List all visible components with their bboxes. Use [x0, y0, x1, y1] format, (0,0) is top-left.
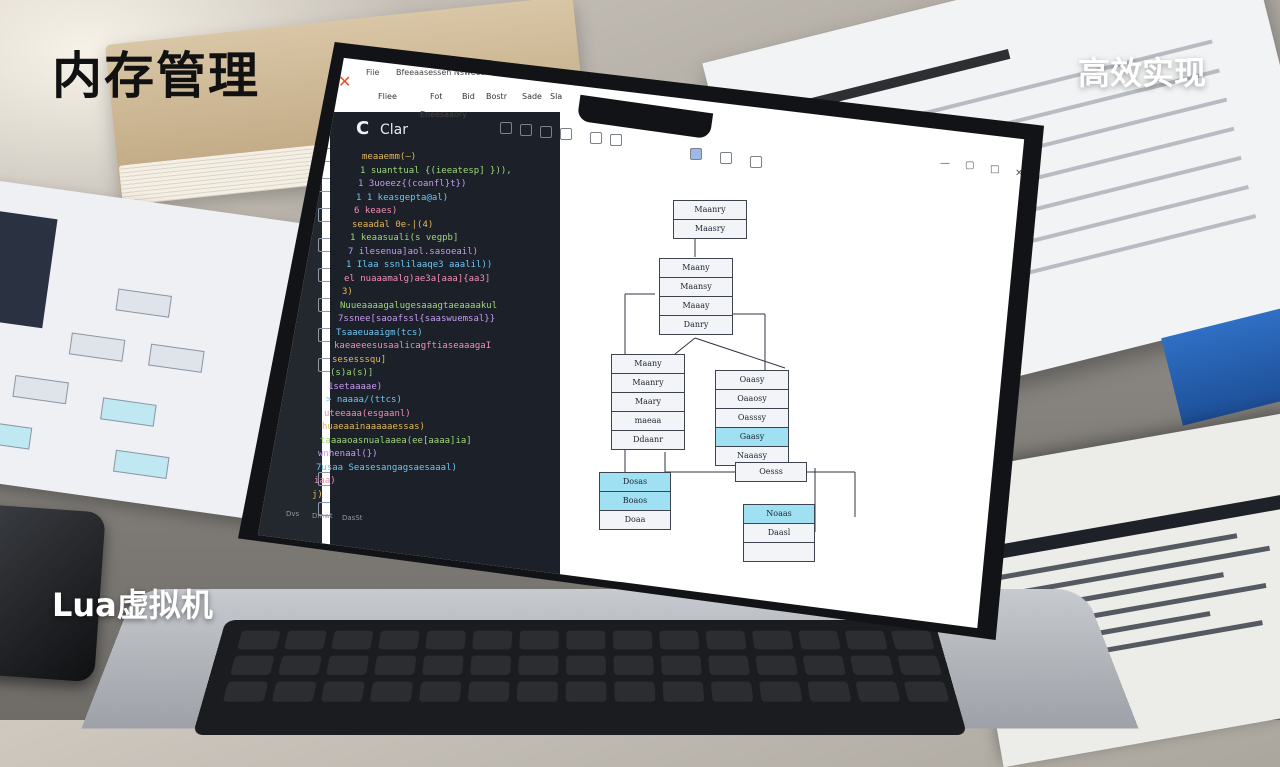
connector-line: [695, 338, 785, 368]
memory-cell: Maaay: [660, 297, 732, 316]
sheet-box: [113, 450, 170, 479]
sheet-box: [0, 420, 32, 449]
code-line: 1 suanttual {(ieeatesp] })),: [360, 166, 512, 176]
memory-cell: Maasry: [674, 220, 746, 238]
status-item: DasSt: [342, 514, 363, 522]
code-line: seaadal 0e-|(4): [352, 220, 433, 230]
memory-cell: Maany: [660, 259, 732, 278]
memory-cell: Ddaanr: [612, 431, 684, 449]
code-line: huaeaainaaaaaessas): [322, 422, 425, 432]
memory-cell: Maansy: [660, 278, 732, 297]
sheet-box: [69, 332, 126, 361]
code-line: sesesssqu]: [332, 355, 386, 365]
key-row: [230, 656, 943, 677]
memory-cell: Oasssy: [716, 409, 788, 428]
bold-icon[interactable]: [500, 122, 512, 134]
code-line: 7usaa Seasesangagsaesaaal): [316, 463, 457, 473]
restore-icon[interactable]: ▢: [965, 160, 974, 171]
code-line: 7 ilesenua]aol.sasoeail): [348, 247, 478, 257]
sheet-box: [100, 397, 157, 426]
code-line: meaaemm(—): [362, 152, 416, 162]
memory-block-right[interactable]: Oaasy Oaaosy Oasssy Gaasy Naaasy: [715, 370, 789, 466]
memory-cell: Boaos: [600, 492, 670, 511]
memory-block-left[interactable]: Maany Maanry Maary maeaa Ddaanr: [611, 354, 685, 450]
memory-cell: Maanry: [612, 374, 684, 393]
code-line: 3): [342, 287, 353, 297]
code-line: 1 keaasuali(s vegpb]: [350, 233, 458, 243]
layout-icon[interactable]: [690, 148, 702, 160]
heading-efficient-implementation: 高效实现: [1078, 48, 1206, 94]
status-item: Dmwt: [312, 512, 333, 520]
code-line: 1 Ilaa ssnlilaaqe3 aaalil)): [346, 260, 492, 270]
italic-icon[interactable]: [520, 124, 532, 136]
memory-cell: Maany: [612, 355, 684, 374]
language-title: C: [356, 118, 369, 139]
sheet-box: [115, 288, 172, 317]
heading-lua-vm: Lua虚拟机: [52, 580, 213, 626]
memory-connector-box[interactable]: Oesss: [735, 462, 807, 482]
memory-cell: Danry: [660, 316, 732, 334]
sheet-box: [148, 344, 205, 373]
memory-diagram[interactable]: Maanry Maasry Maany Maansy Maaay Danry M…: [575, 172, 1015, 612]
status-item: Dvs: [286, 510, 299, 518]
laptop-keyboard: [193, 620, 968, 735]
code-line: Tsaaeuaaigm(tcs): [336, 328, 423, 338]
link-icon[interactable]: [540, 126, 552, 138]
memory-block-bottom-left[interactable]: Dosas Boaos Doaa: [599, 472, 671, 530]
image-icon[interactable]: [560, 128, 572, 140]
sheet-box: [12, 375, 69, 404]
menu-item[interactable]: Bostr: [486, 92, 507, 101]
memory-block-level1[interactable]: Maany Maansy Maaay Danry: [659, 258, 733, 335]
code-line: uteeaaa(esgaanl): [324, 409, 411, 419]
heading-memory-management: 内存管理: [52, 36, 260, 108]
code-line: 1setaaaae): [328, 382, 382, 392]
memory-cell: maeaa: [612, 412, 684, 431]
code-line: > naaaa/(ttcs): [326, 395, 402, 405]
memory-block-root[interactable]: Maanry Maasry: [673, 200, 747, 239]
menu-item[interactable]: Fot: [430, 92, 442, 101]
memory-cell: Oaasy: [716, 371, 788, 390]
code-line: iaa): [314, 476, 336, 486]
code-line: 1 1 keasgepta@al): [356, 193, 448, 203]
menu-item[interactable]: Bid: [462, 92, 475, 101]
memory-cell: Maary: [612, 393, 684, 412]
code-line: kaeaeeesusaalicagftiaseaaagaI: [334, 341, 491, 351]
memory-cell: Gaasy: [716, 428, 788, 447]
key-row: [222, 682, 950, 704]
menu-item[interactable]: Sade: [522, 92, 542, 101]
connector-line: [675, 338, 695, 354]
code-line: taaaaoasnualaaea(ee[aaaa]ia]: [320, 436, 472, 446]
code-line: (s)a(s)]: [330, 368, 373, 378]
memory-cell: Maanry: [674, 201, 746, 220]
zoom-icon[interactable]: [750, 156, 762, 168]
memory-cell: Oaaosy: [716, 390, 788, 409]
undo-icon[interactable]: [590, 132, 602, 144]
toolbar-label[interactable]: Eneesaaory: [420, 110, 467, 119]
memory-cell: Daasl: [744, 524, 814, 543]
grid-icon[interactable]: [720, 152, 732, 164]
memory-block-bottom-right[interactable]: Noaas Daasl: [743, 504, 815, 562]
menu-item[interactable]: Sla: [550, 92, 562, 101]
key-row: [237, 631, 936, 651]
code-line: 7ssnee[saoafssl{saaswuemsal}}: [338, 314, 495, 324]
laptop-screen: ✕ Fiie Bfeeaasessen Nsweetar Fliee Fot B…: [250, 52, 1032, 634]
memory-cell: Doaa: [600, 511, 670, 529]
sheet-dark-panel: [0, 208, 58, 328]
memory-cell: Dosas: [600, 473, 670, 492]
tab-file[interactable]: Fiie: [366, 68, 379, 82]
memory-cell: Noaas: [744, 505, 814, 524]
memory-cell: [744, 543, 814, 561]
minimize-icon[interactable]: —: [940, 158, 950, 169]
code-line: Nuueaaaagalugesaaagtaeaaaakul: [340, 301, 497, 311]
code-line: 1 3uoeez{(coanfl}t}): [358, 179, 466, 189]
code-line: el nuaaamalg)ae3a[aaa]{aa3]: [344, 274, 490, 284]
redo-icon[interactable]: [610, 134, 622, 146]
menu-item[interactable]: Fliee: [378, 92, 397, 101]
language-subtitle: Clar: [380, 122, 408, 138]
code-line: j): [312, 490, 323, 500]
code-line: wnhenaal(}): [318, 449, 378, 459]
memory-cell: Oesss: [736, 463, 806, 481]
code-line: 6 keaes): [354, 206, 397, 216]
